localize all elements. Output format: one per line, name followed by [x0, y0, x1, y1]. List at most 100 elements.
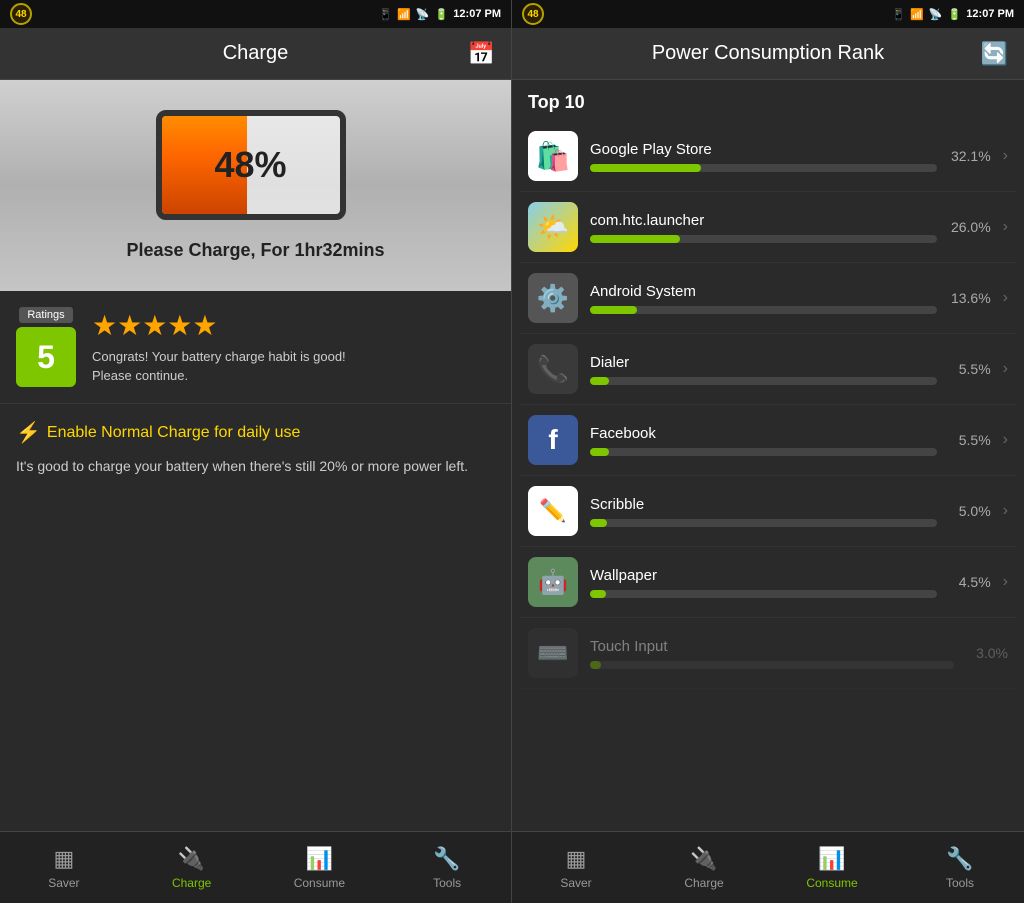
- charge-icon-right: 🔌: [690, 846, 717, 872]
- app-item-scribble[interactable]: ✏️ Scribble 5.0% ›: [520, 476, 1016, 547]
- rating-right: ★★★★★ Congrats! Your battery charge habi…: [92, 309, 346, 384]
- app-percent-gplay: 32.1%: [949, 148, 991, 164]
- consume-label-left: Consume: [294, 876, 345, 890]
- battery-badge-left: 48: [10, 3, 32, 25]
- partial-icon: ⌨️: [528, 628, 578, 678]
- charge-label-left: Charge: [172, 876, 211, 890]
- app-percent-wallpaper: 4.5%: [949, 574, 991, 590]
- signal-icon: 📡: [416, 8, 430, 21]
- consume-label-right: Consume: [806, 876, 857, 890]
- app-fill-dialer: [590, 377, 609, 385]
- app-fill-facebook: [590, 448, 609, 456]
- gplay-icon: 🛍️: [528, 131, 578, 181]
- saver-label-left: Saver: [48, 876, 79, 890]
- calendar-icon[interactable]: 📅: [468, 41, 495, 67]
- rating-label: Ratings: [19, 307, 72, 323]
- battery-badge-right: 48: [522, 3, 544, 25]
- advice-title-text: Enable Normal Charge for daily use: [47, 424, 300, 442]
- charge-icon-left: 🔌: [178, 846, 205, 872]
- app-bar-facebook: [590, 448, 937, 456]
- tools-icon-right: 🔧: [946, 846, 973, 872]
- app-name-android: Android System: [590, 283, 937, 300]
- app-item-gplay[interactable]: 🛍️ Google Play Store 32.1% ›: [520, 121, 1016, 192]
- app-bar-htc: [590, 235, 937, 243]
- scribble-icon: ✏️: [528, 486, 578, 536]
- right-panel: 48 📱 📶 📡 🔋 12:07 PM Power Consumption Ra…: [512, 0, 1024, 903]
- tools-label-right: Tools: [946, 876, 974, 890]
- app-bar-partial: [590, 661, 954, 669]
- refresh-icon[interactable]: 🔄: [981, 41, 1008, 67]
- app-item-facebook[interactable]: f Facebook 5.5% ›: [520, 405, 1016, 476]
- htc-icon: 🌤️: [528, 202, 578, 252]
- left-panel: 48 📱 📶 📡 🔋 12:07 PM Charge 📅 48% Please …: [0, 0, 512, 903]
- nav-consume-left[interactable]: 📊 Consume: [256, 832, 384, 903]
- app-name-htc: com.htc.launcher: [590, 212, 937, 229]
- app-list: 🛍️ Google Play Store 32.1% › 🌤️ com.htc.…: [512, 121, 1024, 831]
- rating-badge-container: Ratings 5: [16, 307, 76, 387]
- chevron-scribble: ›: [1003, 502, 1008, 520]
- app-info-partial: Touch Input: [590, 638, 954, 669]
- app-name-facebook: Facebook: [590, 425, 937, 442]
- nav-tools-right[interactable]: 🔧 Tools: [896, 832, 1024, 903]
- advice-body: It's good to charge your battery when th…: [16, 455, 495, 477]
- app-percent-htc: 26.0%: [949, 219, 991, 235]
- rating-text: Congrats! Your battery charge habit is g…: [92, 348, 346, 384]
- app-item-htc[interactable]: 🌤️ com.htc.launcher 26.0% ›: [520, 192, 1016, 263]
- app-percent-scribble: 5.0%: [949, 503, 991, 519]
- phone-icon: 📱: [378, 8, 392, 21]
- battery-icon-right: 🔋: [948, 8, 962, 21]
- nav-saver-right[interactable]: ▦ Saver: [512, 832, 640, 903]
- charge-label-right: Charge: [684, 876, 723, 890]
- nav-charge-right[interactable]: 🔌 Charge: [640, 832, 768, 903]
- app-name-wallpaper: Wallpaper: [590, 567, 937, 584]
- app-info-facebook: Facebook: [590, 425, 937, 456]
- app-item-dialer[interactable]: 📞 Dialer 5.5% ›: [520, 334, 1016, 405]
- app-info-android: Android System: [590, 283, 937, 314]
- app-name-partial: Touch Input: [590, 638, 954, 655]
- app-info-htc: com.htc.launcher: [590, 212, 937, 243]
- nav-consume-right[interactable]: 📊 Consume: [768, 832, 896, 903]
- lightning-icon: ⚡: [16, 420, 41, 445]
- app-name-scribble: Scribble: [590, 496, 937, 513]
- app-fill-android: [590, 306, 637, 314]
- status-left-right: 48: [522, 3, 544, 25]
- top10-label: Top 10: [512, 80, 1024, 121]
- nav-tools-left[interactable]: 🔧 Tools: [383, 832, 511, 903]
- status-right-left: 📱 📶 📡 🔋 12:07 PM: [378, 8, 501, 21]
- battery-section: 48% Please Charge, For 1hr32mins: [0, 80, 511, 291]
- app-fill-htc: [590, 235, 680, 243]
- consume-icon-left: 📊: [306, 846, 333, 872]
- nav-saver-left[interactable]: ▦ Saver: [0, 832, 128, 903]
- app-fill-scribble: [590, 519, 607, 527]
- chevron-dialer: ›: [1003, 360, 1008, 378]
- chevron-htc: ›: [1003, 218, 1008, 236]
- status-bar-right: 48 📱 📶 📡 🔋 12:07 PM: [512, 0, 1024, 28]
- consume-icon-right: 📊: [818, 846, 845, 872]
- chevron-gplay: ›: [1003, 147, 1008, 165]
- chevron-android: ›: [1003, 289, 1008, 307]
- app-percent-android: 13.6%: [949, 290, 991, 306]
- nav-charge-left[interactable]: 🔌 Charge: [128, 832, 256, 903]
- app-item-partial: ⌨️ Touch Input 3.0%: [520, 618, 1016, 689]
- saver-icon-left: ▦: [53, 846, 74, 872]
- fb-icon: f: [528, 415, 578, 465]
- app-name-gplay: Google Play Store: [590, 141, 937, 158]
- left-bottom-nav: ▦ Saver 🔌 Charge 📊 Consume 🔧 Tools: [0, 831, 511, 903]
- rating-score: 5: [16, 327, 76, 387]
- right-bottom-nav: ▦ Saver 🔌 Charge 📊 Consume 🔧 Tools: [512, 831, 1024, 903]
- left-header-title: Charge: [223, 42, 289, 65]
- app-percent-facebook: 5.5%: [949, 432, 991, 448]
- app-percent-partial: 3.0%: [966, 645, 1008, 661]
- left-header: Charge 📅: [0, 28, 511, 80]
- wallpaper-icon: 🤖: [528, 557, 578, 607]
- app-bar-wallpaper: [590, 590, 937, 598]
- time-left: 12:07 PM: [453, 8, 501, 20]
- app-item-android[interactable]: ⚙️ Android System 13.6% ›: [520, 263, 1016, 334]
- right-header: Power Consumption Rank 🔄: [512, 28, 1024, 80]
- status-left: 48: [10, 3, 32, 25]
- app-bar-android: [590, 306, 937, 314]
- app-fill-wallpaper: [590, 590, 606, 598]
- status-bar-left: 48 📱 📶 📡 🔋 12:07 PM: [0, 0, 511, 28]
- app-item-wallpaper[interactable]: 🤖 Wallpaper 4.5% ›: [520, 547, 1016, 618]
- app-fill-gplay: [590, 164, 701, 172]
